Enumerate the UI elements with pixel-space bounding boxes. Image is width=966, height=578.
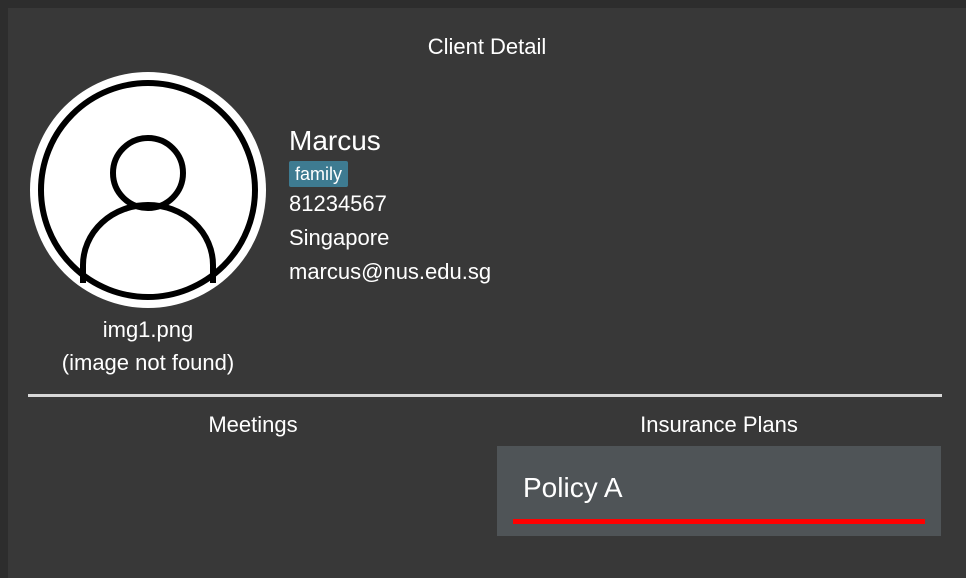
client-email: marcus@nus.edu.sg (289, 259, 492, 284)
image-filename: img1.png (102, 317, 194, 342)
section-divider (28, 394, 942, 397)
person-icon (30, 72, 266, 308)
client-tag: family (289, 161, 349, 187)
client-name: Marcus (289, 125, 381, 156)
left-border (0, 8, 8, 578)
insurance-plans-title: Insurance Plans (640, 412, 798, 437)
meetings-title: Meetings (208, 412, 298, 437)
window: Client Detail img1.png (image not found)… (0, 0, 966, 578)
client-details: Marcus family 81234567 Singapore marcus@… (289, 123, 491, 289)
insurance-plan-accent (513, 519, 925, 524)
client-address: Singapore (289, 225, 390, 250)
image-status: (image not found) (61, 350, 235, 375)
client-detail-panel: Client Detail img1.png (image not found)… (8, 8, 966, 578)
top-border (0, 0, 966, 8)
avatar (28, 70, 268, 310)
insurance-plan-item[interactable]: Policy A (497, 446, 941, 536)
panel-title: Client Detail (427, 34, 547, 59)
client-phone: 81234567 (289, 191, 387, 216)
insurance-plan-name: Policy A (523, 472, 623, 503)
avatar-caption: img1.png (image not found) (28, 313, 268, 379)
